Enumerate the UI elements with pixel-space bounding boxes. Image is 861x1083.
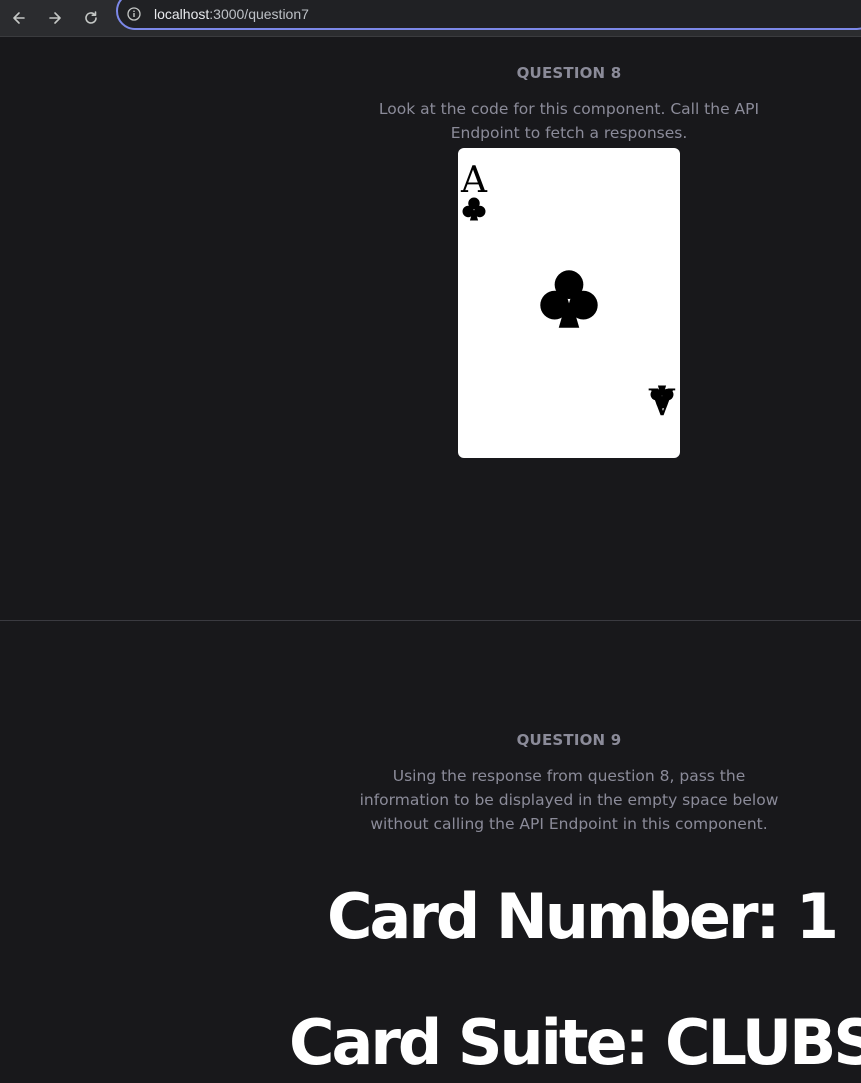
- question-9-description-line: without calling the API Endpoint in this…: [370, 815, 768, 833]
- reload-icon: [85, 11, 97, 24]
- question-9-description-line: Using the response from question 8, pass…: [392, 767, 746, 785]
- question-8-label: QUESTION 8: [516, 64, 622, 82]
- url-host: localhost: [154, 6, 210, 22]
- card-suite-heading: Card Suite: CLUBS: [289, 1006, 861, 1079]
- url-text[interactable]: localhost:3000/question7: [154, 6, 309, 22]
- back-button[interactable]: [5, 4, 33, 32]
- card-rank-top: A: [460, 160, 488, 201]
- info-icon[interactable]: [127, 7, 141, 21]
- reload-button[interactable]: [77, 4, 105, 32]
- address-bar[interactable]: localhost:3000/question7: [116, 0, 861, 30]
- card-number-heading: Card Number: 1: [327, 880, 839, 953]
- forward-button[interactable]: [41, 4, 69, 32]
- question-8-description-line: Endpoint to fetch a responses.: [450, 124, 688, 142]
- arrow-right-icon: [49, 12, 61, 24]
- card-rank-bottom: A: [648, 379, 676, 420]
- playing-card-face: A A: [460, 160, 676, 420]
- url-path: :3000/question7: [209, 6, 309, 22]
- question-9-description: Using the response from question 8, pass…: [329, 764, 809, 836]
- question-8-description: Look at the code for this component. Cal…: [329, 97, 809, 145]
- club-icon: [540, 270, 598, 328]
- arrow-left-icon: [13, 12, 25, 24]
- section-divider: [0, 620, 861, 621]
- playing-card: A A: [458, 148, 680, 458]
- question-9-description-line: information to be displayed in the empty…: [359, 791, 779, 809]
- browser-toolbar: localhost:3000/question7: [0, 0, 861, 37]
- card-rank-bottom-group: A: [648, 379, 676, 420]
- question-8-description-line: Look at the code for this component. Cal…: [378, 100, 760, 118]
- question-9-label: QUESTION 9: [516, 731, 622, 749]
